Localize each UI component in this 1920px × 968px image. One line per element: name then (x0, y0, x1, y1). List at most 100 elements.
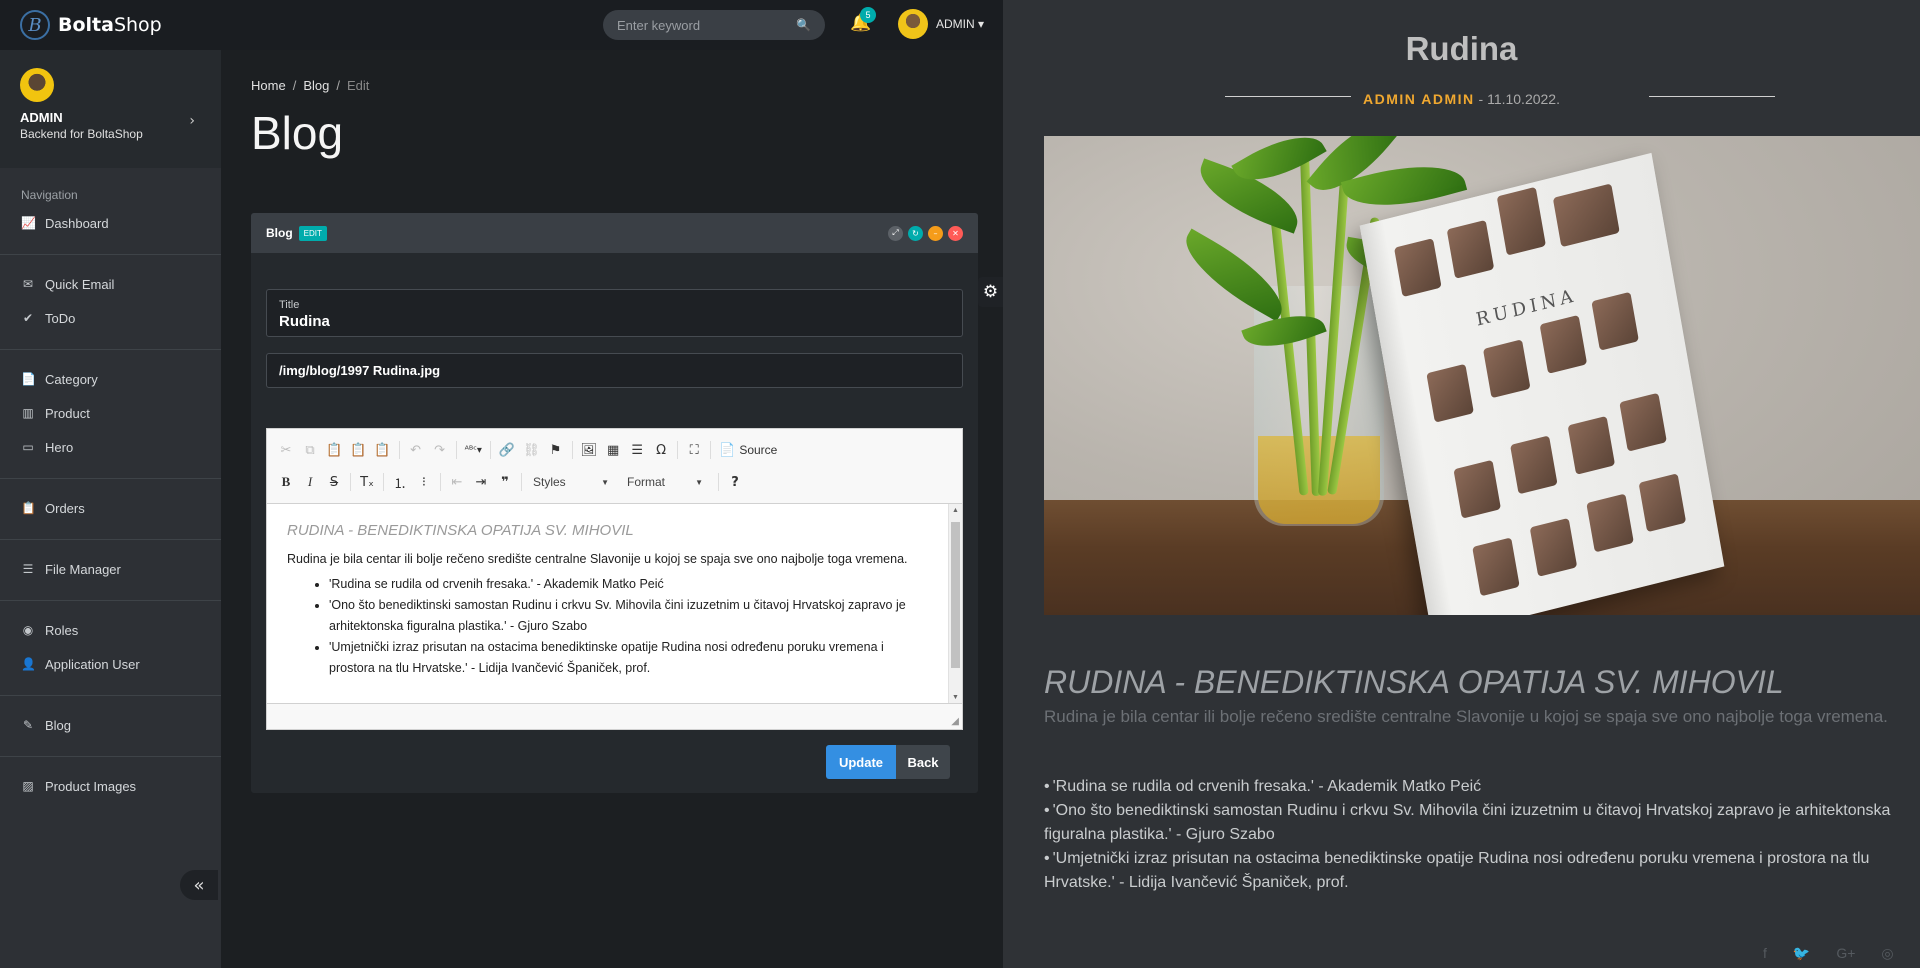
preview-heading: RUDINA - BENEDIKTINSKA OPATIJA SV. MIHOV… (1044, 664, 1784, 700)
paste-text-icon[interactable]: 📋 (347, 438, 369, 462)
bell-icon[interactable]: 🔔 5 (850, 7, 876, 33)
barcode-icon: ▥ (22, 406, 34, 420)
breadcrumb-blog[interactable]: Blog (303, 78, 329, 93)
search-input[interactable] (617, 17, 797, 33)
redo-icon[interactable]: ↷ (429, 438, 451, 462)
styles-dropdown[interactable]: Styles ▼ (527, 471, 615, 493)
link-icon[interactable]: 🔗 (496, 438, 518, 462)
update-button[interactable]: Update (826, 745, 896, 779)
sidebar-profile[interactable]: ADMIN Backend for BoltaShop › (0, 50, 221, 168)
title-field-label: Title (279, 299, 300, 311)
sidebar-item-file-manager[interactable]: ☰ File Manager (0, 552, 221, 586)
search-icon[interactable]: 🔍 (796, 18, 811, 32)
instagram-icon[interactable]: ◎ (1881, 945, 1893, 962)
blockquote-icon[interactable]: ❞ (494, 470, 516, 494)
editor-list: 'Rudina se rudila od crvenih fresaka.' -… (287, 574, 932, 679)
cut-icon[interactable]: ✂ (275, 438, 297, 462)
format-dropdown[interactable]: Format ▼ (621, 471, 709, 493)
bulleted-list-icon[interactable]: ⁝ (413, 470, 435, 494)
google-plus-icon[interactable]: G+ (1836, 945, 1855, 962)
user-menu[interactable]: ADMIN ▾ (898, 9, 984, 39)
divider (0, 478, 221, 479)
list-item: 'Umjetnički izraz prisutan na ostacima b… (329, 637, 932, 679)
table-icon[interactable]: ▦ (602, 438, 624, 462)
brand-name: BoltaShop (58, 14, 162, 36)
paste-word-icon[interactable]: 📋 (371, 438, 393, 462)
user-menu-label: ADMIN ▾ (936, 17, 985, 31)
sidebar-item-blog[interactable]: ✎ Blog (0, 708, 221, 742)
divider (0, 756, 221, 757)
profile-name: ADMIN (20, 110, 63, 125)
image-path-field[interactable]: /img/blog/1997 Rudina.jpg (266, 353, 963, 388)
source-icon: 📄 (719, 442, 736, 458)
sidebar-item-dashboard[interactable]: 📈 Dashboard (0, 206, 221, 240)
cast-icon: ▭ (22, 440, 34, 454)
sidebar-item-orders[interactable]: 📋 Orders (0, 491, 221, 525)
image-icon: ▨ (22, 779, 34, 793)
panel-header: Blog EDIT ⤢ ↻ – ✕ (251, 213, 978, 253)
reload-icon[interactable]: ↻ (908, 225, 923, 241)
paste-icon[interactable]: 📋 (323, 438, 345, 462)
resize-handle-icon[interactable]: ◢ (951, 716, 959, 727)
special-char-icon[interactable]: Ω (650, 438, 672, 462)
sidebar-item-hero[interactable]: ▭ Hero (0, 430, 221, 464)
source-button[interactable]: 📄 Source (716, 438, 780, 462)
undo-icon[interactable]: ↶ (405, 438, 427, 462)
indent-icon[interactable]: ⇥ (470, 470, 492, 494)
bold-icon[interactable]: B (275, 470, 297, 494)
scroll-thumb[interactable] (951, 522, 960, 668)
sidebar-item-todo[interactable]: ✔ ToDo (0, 301, 221, 335)
book-cover: RUDINA (1359, 152, 1725, 615)
divider (0, 695, 221, 696)
unlink-icon[interactable]: ⛓ (520, 438, 543, 462)
sidebar-item-quick-email[interactable]: ✉ Quick Email (0, 267, 221, 301)
file-alt-icon: 📋 (21, 501, 36, 515)
editor-content[interactable]: RUDINA - BENEDIKTINSKA OPATIJA SV. MIHOV… (267, 504, 962, 704)
divider (0, 254, 221, 255)
sidebar-item-category[interactable]: 📄 Category (0, 362, 221, 396)
gear-icon[interactable]: ⚙ (978, 277, 1003, 307)
scroll-up-icon[interactable]: ▲ (952, 507, 959, 514)
close-icon[interactable]: ✕ (948, 225, 963, 241)
brand-logo: B (20, 10, 50, 40)
anchor-flag-icon[interactable]: ⚑ (545, 438, 567, 462)
collapse-sidebar-icon[interactable]: « (180, 870, 218, 900)
help-icon[interactable]: ? (724, 470, 746, 494)
expand-icon[interactable]: ⤢ (888, 225, 903, 241)
preview-title: Rudina (1405, 30, 1518, 67)
chevron-right-icon[interactable]: › (189, 113, 195, 129)
italic-icon[interactable]: I (299, 470, 321, 494)
breadcrumb-current: Edit (346, 78, 370, 93)
horizontal-line-icon[interactable]: ☰ (626, 438, 648, 462)
main-content: Home / Blog / Edit Blog Blog EDIT ⤢ ↻ – ✕ Ti… (221, 50, 1003, 968)
image-insert-icon[interactable]: 🖼 (578, 438, 601, 462)
brand[interactable]: B BoltaShop (0, 0, 220, 50)
remove-format-icon[interactable]: Tₓ (356, 470, 378, 494)
numbered-list-icon[interactable]: ⒈ (389, 470, 411, 494)
maximize-icon[interactable]: ⛶ (683, 438, 705, 462)
preview-author[interactable]: ADMIN ADMIN (1363, 91, 1475, 107)
back-button[interactable]: Back (896, 745, 950, 779)
strike-icon[interactable]: S (323, 470, 345, 494)
sidebar-item-product-images[interactable]: ▨ Product Images (0, 769, 221, 803)
list-item: 'Rudina se rudila od crvenih fresaka.' -… (329, 574, 932, 595)
facebook-icon[interactable]: f (1763, 945, 1767, 962)
spellcheck-icon[interactable]: ᴬᴮᶜ▾ (462, 438, 485, 462)
scroll-down-icon[interactable]: ▼ (952, 694, 959, 701)
editor-scrollbar[interactable]: ▲ ▼ (948, 504, 962, 704)
panel-title: Blog (266, 226, 293, 240)
breadcrumb-home[interactable]: Home (251, 78, 286, 93)
edit-badge: EDIT (298, 225, 327, 241)
outdent-icon[interactable]: ⇤ (446, 470, 468, 494)
search-box: 🔍 (603, 10, 825, 40)
title-field[interactable]: Title Rudina (266, 289, 963, 337)
sidebar-item-product[interactable]: ▥ Product (0, 396, 221, 430)
preview-image: RUDINA (1044, 136, 1920, 615)
copy-icon[interactable]: ⧉ (299, 438, 321, 462)
twitter-icon[interactable]: 🐦 (1793, 945, 1810, 962)
minimize-icon[interactable]: – (928, 225, 943, 241)
blog-edit-panel: Blog EDIT ⤢ ↻ – ✕ Title Rudina /img/blog… (251, 213, 978, 793)
user-icon: 👤 (21, 657, 36, 671)
sidebar-item-application-user[interactable]: 👤 Application User (0, 647, 221, 681)
sidebar-item-roles[interactable]: ◉ Roles (0, 613, 221, 647)
